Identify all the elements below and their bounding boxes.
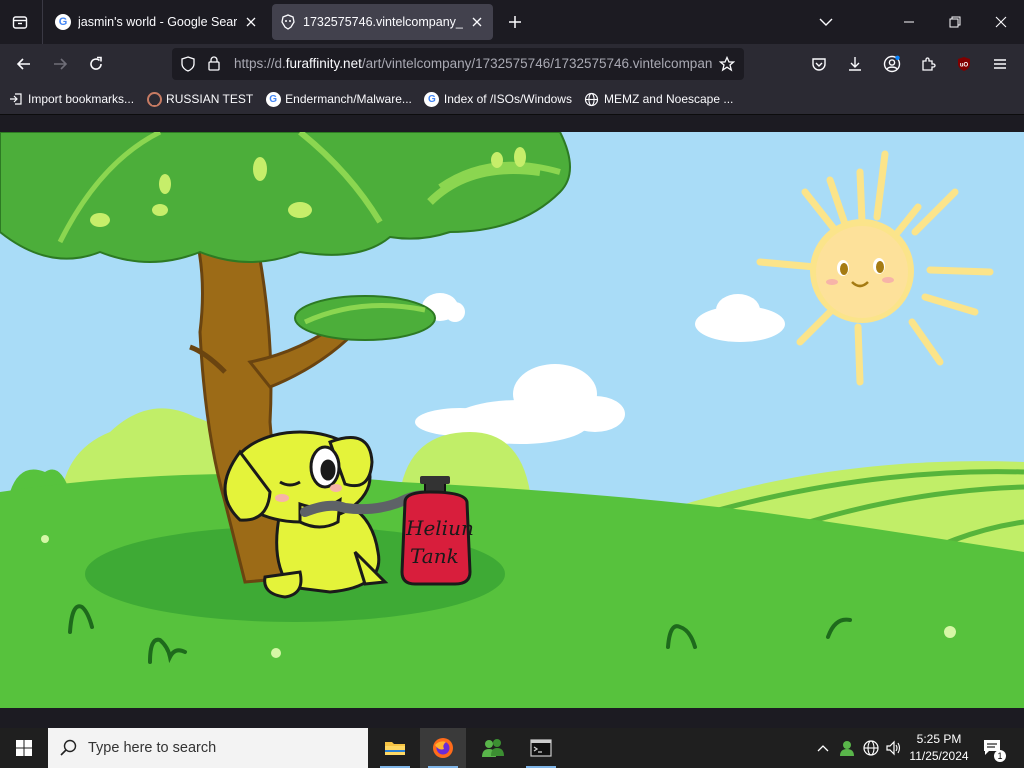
bookmark-isos-windows[interactable]: G Index of /ISOs/Windows [424,91,572,107]
back-arrow-icon [16,58,30,70]
clock-time: 5:25 PM [916,732,962,746]
minimize-icon [904,21,914,23]
clock-date: 11/25/2024 [909,749,969,763]
bookmark-import[interactable]: Import bookmarks... [8,91,134,107]
firefox-taskbar-button[interactable] [420,728,466,768]
notifications-button[interactable]: 1 [978,728,1008,768]
url-host: furaffinity.net [285,56,362,71]
close-window-button[interactable] [978,0,1024,44]
reload-button[interactable] [80,48,112,80]
google-icon: G [265,91,281,107]
url-prefix: https://d. [234,56,286,71]
tracking-protection-shield-icon[interactable] [180,56,196,77]
tank-label-line2: Tank [410,544,459,568]
file-explorer-taskbar-button[interactable] [372,728,418,768]
network-globe-icon [863,740,879,756]
import-icon [8,91,24,107]
volume-button[interactable] [882,728,904,768]
terminal-icon [530,739,552,757]
navigation-toolbar: https://d.furaffinity.net/art/vintelcomp… [0,44,1024,84]
extensions-button[interactable] [912,48,944,80]
ublock-origin-button[interactable]: uO [948,48,980,80]
url-text[interactable]: https://d.furaffinity.net/art/vintelcomp… [234,56,712,71]
bookmark-star-icon[interactable] [718,55,736,77]
tray-app-icon[interactable] [836,728,858,768]
ublock-icon: uO [958,57,970,71]
tab-title: jasmin's world - Google Search [78,15,237,29]
bookmark-label: MEMZ and Noescape ... [603,92,734,106]
hamburger-menu-icon [994,59,1006,69]
users-icon [482,739,504,757]
forward-button[interactable] [44,48,76,80]
artwork-image[interactable]: Heliun Tank [0,132,1024,708]
plus-icon [509,16,521,28]
list-all-tabs-button[interactable] [4,6,36,38]
taskbar-clock[interactable]: 5:25 PM 11/25/2024 [906,731,972,765]
speaker-icon [886,740,901,756]
furaffinity-icon [280,14,296,30]
google-icon: G [424,91,440,107]
firefox-icon [433,738,453,758]
account-icon [883,55,901,73]
search-placeholder: Type here to search [88,740,217,756]
tab-furaffinity-image[interactable]: 1732575746.vintelcompany_1024 [272,4,493,40]
account-button[interactable] [876,48,908,80]
bookmark-label: Index of /ISOs/Windows [443,92,572,106]
page-content: Heliun Tank [0,115,1024,729]
bookmarks-toolbar: Import bookmarks... RUSSIAN TEST G Ender… [0,84,1024,114]
new-tab-button[interactable] [500,6,530,38]
taskbar-search-box[interactable]: Type here to search [48,728,368,768]
tab-overflow-button[interactable] [803,0,849,44]
close-icon [995,16,1007,28]
bookmark-russian-test[interactable]: RUSSIAN TEST [146,91,253,107]
svg-text:uO: uO [960,63,969,69]
url-path: /art/vintelcompany/1732575746/1732575746… [361,56,712,71]
close-tab-icon[interactable] [243,14,259,30]
tab-list-icon [12,16,28,29]
globe-icon [584,91,600,107]
user-tray-icon [840,741,854,756]
bookmark-endermanch[interactable]: G Endermanch/Malware... [265,91,412,107]
restore-button[interactable] [932,0,978,44]
pocket-icon [812,58,826,71]
terminal-taskbar-button[interactable] [518,728,564,768]
folder-icon [385,742,405,755]
search-icon [60,739,77,756]
restore-icon [949,16,961,28]
download-icon [849,57,861,71]
users-app-taskbar-button[interactable] [470,728,516,768]
pocket-button[interactable] [803,48,835,80]
tab-title: 1732575746.vintelcompany_1024 [303,15,463,29]
menu-button[interactable] [984,48,1016,80]
notification-count: 1 [994,750,1006,762]
url-bar[interactable]: https://d.furaffinity.net/art/vintelcomp… [172,48,744,80]
github-icon [146,91,162,107]
back-button[interactable] [8,48,40,80]
bookmark-memz[interactable]: MEMZ and Noescape ... [584,91,733,107]
close-tab-icon[interactable] [469,14,485,30]
show-hidden-icons-button[interactable] [812,728,834,768]
google-icon: G [55,14,71,30]
windows-taskbar: Type here to search 5:25 PM 11/25/2024 1 [0,728,1024,768]
tab-google-search[interactable]: G jasmin's world - Google Search [47,4,267,40]
puzzle-icon [922,57,936,71]
bookmark-label: Import bookmarks... [28,92,135,106]
network-button[interactable] [860,728,882,768]
reload-icon [90,56,102,70]
tank-label-line1: Heliun [405,516,474,540]
tab-strip: G jasmin's world - Google Search 1732575… [0,0,1024,44]
windows-logo-icon [16,740,32,756]
chevron-up-icon [817,745,829,752]
bookmark-label: RUSSIAN TEST [166,92,254,106]
lock-icon[interactable] [207,55,221,77]
forward-arrow-icon [54,58,68,70]
tab-separator [42,0,43,44]
downloads-button[interactable] [839,48,871,80]
minimize-button[interactable] [886,0,932,44]
start-button[interactable] [0,728,48,768]
chevron-down-icon [819,18,833,26]
bookmark-label: Endermanch/Malware... [285,92,412,106]
